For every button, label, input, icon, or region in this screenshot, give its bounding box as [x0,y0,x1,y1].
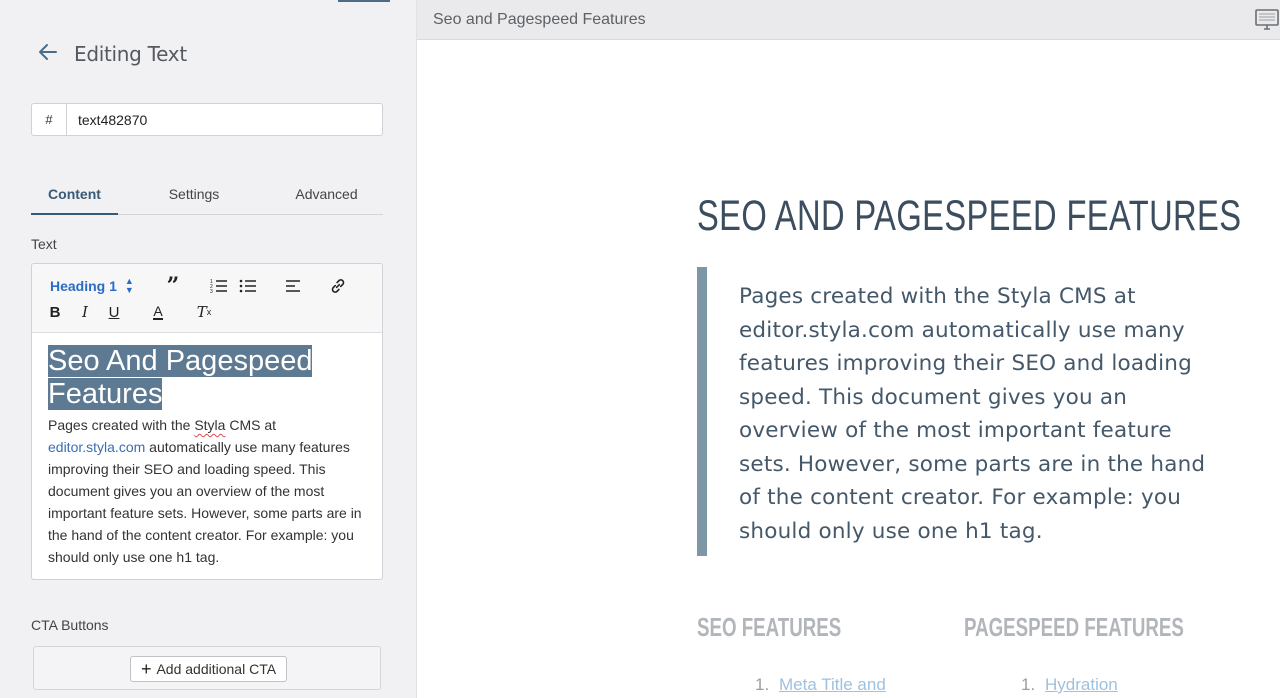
element-id-input[interactable] [67,104,382,135]
svg-text:3: 3 [210,289,213,295]
cta-section-label: CTA Buttons [31,617,109,633]
heading-format-select[interactable]: Heading 1 ▲ ▼ [50,276,134,296]
quote-icon[interactable]: ” [164,273,182,299]
select-updown-icon: ▲ ▼ [124,276,134,295]
seo-list-number: 1. [755,675,770,694]
add-cta-label: Add additional CTA [156,661,277,677]
panel-title: Editing Text [74,42,187,66]
cta-container: + Add additional CTA [33,646,381,690]
back-arrow-icon[interactable] [36,40,60,64]
italic-button[interactable]: I [78,302,92,322]
editor-heading[interactable]: Seo And Pagespeed Features [48,345,338,411]
link-icon[interactable] [329,276,347,296]
heading-format-value: Heading 1 [50,278,117,294]
editor-toolbar: Heading 1 ▲ ▼ ” 1 2 3 B I U A T x [32,264,382,333]
editor-paragraph[interactable]: Pages created with the Styla CMS at edit… [48,414,366,568]
font-color-icon: A [153,303,163,320]
tab-content[interactable]: Content [31,178,118,215]
preview-page-title: Seo and Pagespeed Features [433,11,646,28]
underline-button[interactable]: U [107,302,121,322]
editor-content-area[interactable]: Seo And Pagespeed Features Pages created… [32,333,382,568]
font-color-button[interactable]: A [150,302,166,322]
element-id-field: # [31,103,383,136]
clear-format-button[interactable]: Tx [195,302,213,322]
para-text-2: CMS at [225,417,277,433]
seo-features-heading: SEO FEATURES [697,612,842,642]
pagespeed-list-number: 1. [1021,675,1036,694]
rich-text-editor: Heading 1 ▲ ▼ ” 1 2 3 B I U A T x Seo An… [31,263,383,580]
misspelled-word: Styla [194,417,226,433]
preview-header-bar: Seo and Pagespeed Features [417,0,1280,40]
ordered-list-icon[interactable]: 1 2 3 [210,277,228,295]
seo-list-link[interactable]: Meta Title and [779,675,886,695]
preview-quote-bar [697,267,707,556]
bullet-list-icon[interactable] [239,277,257,295]
panel-tabs: Content Settings Advanced [31,178,383,215]
para-text-3: automatically use many features improvin… [48,439,362,565]
heading-selection-line2: Features [48,378,163,410]
para-text-1: Pages created with the [48,417,195,433]
tab-advanced[interactable]: Advanced [270,178,383,215]
pagespeed-list-link[interactable]: Hydration [1045,675,1118,695]
heading-selection-line1: Seo And Pagespeed [48,345,313,377]
monitor-icon[interactable] [1254,8,1280,32]
align-left-icon[interactable] [284,277,302,295]
text-section-label: Text [31,236,57,252]
preview-quote-text[interactable]: Pages created with the Styla CMS at edit… [739,280,1229,548]
page-preview: SEO AND PAGESPEED FEATURES Pages created… [417,41,1280,698]
plus-icon: + [140,659,152,679]
editor-paragraph-link[interactable]: editor.styla.com [48,439,145,455]
tab-settings[interactable]: Settings [118,178,270,215]
panel-top-indicator [338,0,390,2]
editor-panel: Editing Text # Content Settings Advanced… [0,0,417,698]
pagespeed-features-heading: PAGESPEED FEATURES [964,612,1184,642]
clear-format-icon: T [196,303,207,321]
add-cta-button[interactable]: + Add additional CTA [130,656,287,682]
bold-button[interactable]: B [48,302,62,322]
id-hash-prefix: # [32,104,67,135]
preview-heading[interactable]: SEO AND PAGESPEED FEATURES [697,192,1241,240]
